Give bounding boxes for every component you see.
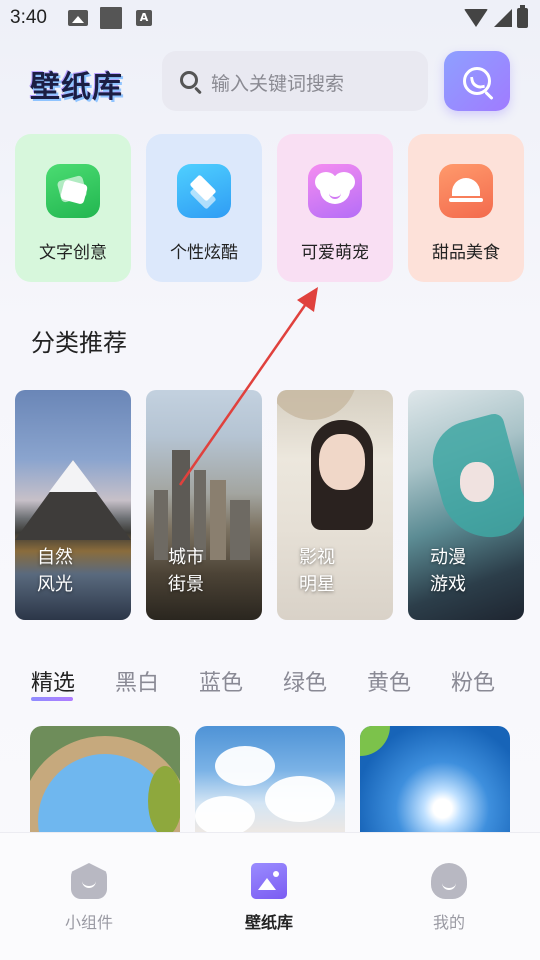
search-button[interactable] (444, 51, 510, 111)
portrait-face (319, 434, 365, 490)
category-text-creative[interactable]: 文字创意 (15, 134, 131, 282)
anime-face (460, 462, 494, 502)
wallpaper-thumbnail[interactable] (360, 726, 510, 836)
signal-icon (494, 9, 512, 27)
search-icon (463, 67, 491, 95)
tab-green[interactable]: 绿色 (283, 665, 327, 697)
a-icon: A (136, 10, 152, 26)
search-placeholder: 输入关键词搜索 (211, 73, 345, 95)
snow-cap (49, 460, 97, 492)
wifi-icon (464, 9, 488, 27)
square-icon (100, 7, 122, 29)
category-cool[interactable]: 个性炫酷 (146, 134, 262, 282)
nav-profile[interactable]: 我的 (389, 833, 509, 960)
profile-icon (431, 863, 467, 899)
wallpaper-icon (251, 863, 287, 899)
status-bar: 3:40 A (0, 0, 540, 36)
nav-label: 壁纸库 (244, 913, 293, 932)
wallpaper-thumbnail[interactable] (30, 726, 180, 836)
tab-pink[interactable]: 粉色 (451, 665, 495, 697)
recommend-card-stars[interactable]: 影视 明星 (277, 390, 393, 620)
image-icon (68, 10, 88, 26)
nav-widgets[interactable]: 小组件 (29, 833, 149, 960)
category-cute-pets[interactable]: 可爱萌宠 (277, 134, 393, 282)
category-label: 个性炫酷 (170, 243, 238, 263)
tab-indicator (31, 697, 73, 701)
recommend-label: 城市 街景 (168, 547, 204, 595)
tab-blue[interactable]: 蓝色 (199, 665, 243, 697)
building (154, 490, 168, 560)
cards-icon (46, 164, 100, 218)
category-desserts[interactable]: 甜品美食 (408, 134, 524, 282)
search-input[interactable]: 输入关键词搜索 (162, 51, 428, 111)
app-logo: 壁纸库 (30, 70, 123, 105)
umbrella (277, 390, 357, 420)
category-label: 甜品美食 (432, 243, 500, 263)
tab-yellow[interactable]: 黄色 (367, 665, 411, 697)
category-label: 可爱萌宠 (301, 243, 369, 263)
bottom-nav: 小组件 壁纸库 我的 (0, 832, 540, 960)
dish-cover-icon (439, 164, 493, 218)
nav-label: 小组件 (64, 913, 113, 932)
search-icon (180, 71, 198, 89)
cloud (215, 746, 275, 786)
bear-icon (308, 164, 362, 218)
wallpaper-thumbnail[interactable] (195, 726, 345, 836)
category-label: 文字创意 (39, 243, 107, 263)
cloud (195, 796, 255, 836)
recommend-label: 自然 风光 (37, 547, 73, 595)
recommend-card-anime[interactable]: 动漫 游戏 (408, 390, 524, 620)
tab-black-white[interactable]: 黑白 (115, 665, 159, 697)
nav-wallpapers[interactable]: 壁纸库 (209, 833, 329, 960)
status-time: 3:40 (10, 7, 47, 28)
tab-featured[interactable]: 精选 (31, 665, 75, 697)
leaf (360, 726, 390, 756)
recommend-card-nature[interactable]: 自然 风光 (15, 390, 131, 620)
cloud (265, 776, 335, 822)
arrow-head (297, 287, 318, 312)
building (230, 500, 250, 560)
battery-charging-icon (517, 5, 528, 28)
section-title: 分类推荐 (31, 329, 127, 357)
leaf (148, 766, 180, 836)
nav-label: 我的 (432, 913, 465, 932)
widget-icon (71, 863, 107, 899)
recommend-label: 动漫 游戏 (430, 547, 466, 595)
layers-icon (177, 164, 231, 218)
recommend-label: 影视 明星 (299, 547, 335, 595)
recommend-card-city[interactable]: 城市 街景 (146, 390, 262, 620)
